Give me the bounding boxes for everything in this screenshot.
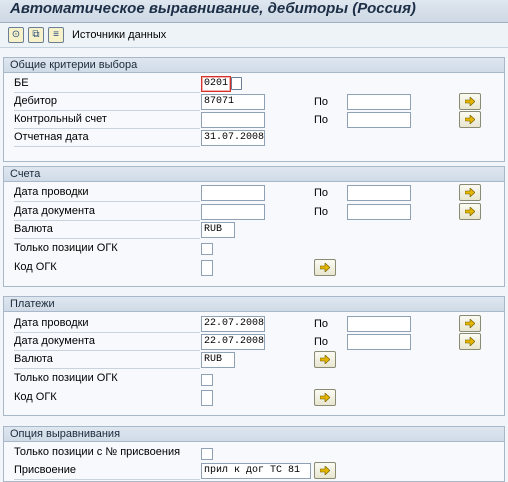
only-ogk-checkbox[interactable]: [201, 374, 213, 386]
execute-icon[interactable]: ⊙: [8, 27, 24, 43]
group-header: Платежи: [4, 297, 504, 312]
multiple-selection-button[interactable]: [459, 111, 481, 128]
posting-date-from-field[interactable]: 22.07.2008: [201, 316, 265, 332]
arrow-right-icon: [465, 188, 475, 197]
page-title: Автоматическое выравнивание, дебиторы (Р…: [10, 0, 416, 17]
arrow-right-icon: [320, 355, 330, 364]
report-date-label: Отчетная дата: [14, 129, 200, 147]
assignment-label: Присвоение: [14, 462, 200, 480]
document-date-to-field[interactable]: [347, 334, 411, 350]
arrow-right-icon: [465, 337, 475, 346]
only-ogk-checkbox[interactable]: [201, 243, 213, 255]
be-label: БЕ: [14, 75, 200, 93]
posting-date-label: Дата проводки: [14, 184, 200, 202]
data-sources-button[interactable]: Источники данных: [72, 29, 166, 41]
group-header: Опция выравнивания: [4, 427, 504, 442]
to-label: По: [314, 187, 329, 199]
currency-label: Валюта: [14, 221, 200, 239]
control-account-to-field[interactable]: [347, 112, 411, 128]
currency-field[interactable]: RUB: [201, 352, 235, 368]
toolbar: ⊙ ⧉ ≡ Источники данных: [0, 23, 508, 48]
posting-date-to-field[interactable]: [347, 316, 411, 332]
posting-date-to-field[interactable]: [347, 185, 411, 201]
only-ogk-label: Только позиции ОГК: [14, 242, 118, 254]
be-field[interactable]: 0201: [201, 76, 231, 92]
currency-label: Валюта: [14, 351, 200, 369]
title-bar: Автоматическое выравнивание, дебиторы (Р…: [0, 0, 508, 23]
arrow-right-icon: [320, 393, 330, 402]
group-header: Общие критерии выбора: [4, 58, 504, 73]
arrow-right-icon: [465, 97, 475, 106]
arrow-right-icon: [465, 319, 475, 328]
ogk-code-label: Код ОГК: [14, 391, 57, 403]
group-header: Счета: [4, 167, 504, 182]
document-date-label: Дата документа: [14, 333, 200, 351]
selection-options-icon[interactable]: ≡: [48, 27, 64, 43]
ogk-code-label: Код ОГК: [14, 261, 57, 273]
control-account-from-field[interactable]: [201, 112, 265, 128]
variant-icon[interactable]: ⧉: [28, 27, 44, 43]
debtor-label: Дебитор: [14, 93, 200, 111]
multiple-selection-button[interactable]: [459, 315, 481, 332]
multiple-selection-button[interactable]: [314, 389, 336, 406]
value-help-icon[interactable]: [231, 77, 242, 90]
only-assignment-checkbox[interactable]: [201, 448, 213, 460]
debtor-to-field[interactable]: [347, 94, 411, 110]
assignment-field[interactable]: прил к дог ТС 81: [201, 463, 311, 479]
multiple-selection-button[interactable]: [459, 93, 481, 110]
multiple-selection-button[interactable]: [314, 462, 336, 479]
only-assignment-label: Только позиции с № присвоения: [14, 446, 181, 458]
document-date-to-field[interactable]: [347, 204, 411, 220]
multiple-selection-button[interactable]: [459, 184, 481, 201]
arrow-right-icon: [320, 263, 330, 272]
document-date-label: Дата документа: [14, 203, 200, 221]
document-date-from-field[interactable]: 22.07.2008: [201, 334, 265, 350]
multiple-selection-button[interactable]: [314, 259, 336, 276]
arrow-right-icon: [465, 115, 475, 124]
to-label: По: [314, 336, 329, 348]
control-account-label: Контрольный счет: [14, 111, 200, 129]
to-label: По: [314, 318, 329, 330]
posting-date-label: Дата проводки: [14, 315, 200, 333]
arrow-right-icon: [465, 207, 475, 216]
currency-field[interactable]: RUB: [201, 222, 235, 238]
multiple-selection-button[interactable]: [459, 203, 481, 220]
only-ogk-label: Только позиции ОГК: [14, 372, 118, 384]
ogk-code-field[interactable]: [201, 260, 213, 276]
report-date-field[interactable]: 31.07.2008: [201, 130, 265, 146]
arrow-right-icon: [320, 466, 330, 475]
posting-date-from-field[interactable]: [201, 185, 265, 201]
to-label: По: [314, 206, 329, 218]
document-date-from-field[interactable]: [201, 204, 265, 220]
to-label: По: [314, 96, 329, 108]
ogk-code-field[interactable]: [201, 390, 213, 406]
debtor-from-field[interactable]: 87071: [201, 94, 265, 110]
multiple-selection-button[interactable]: [459, 333, 481, 350]
multiple-selection-button[interactable]: [314, 351, 336, 368]
to-label: По: [314, 114, 329, 126]
